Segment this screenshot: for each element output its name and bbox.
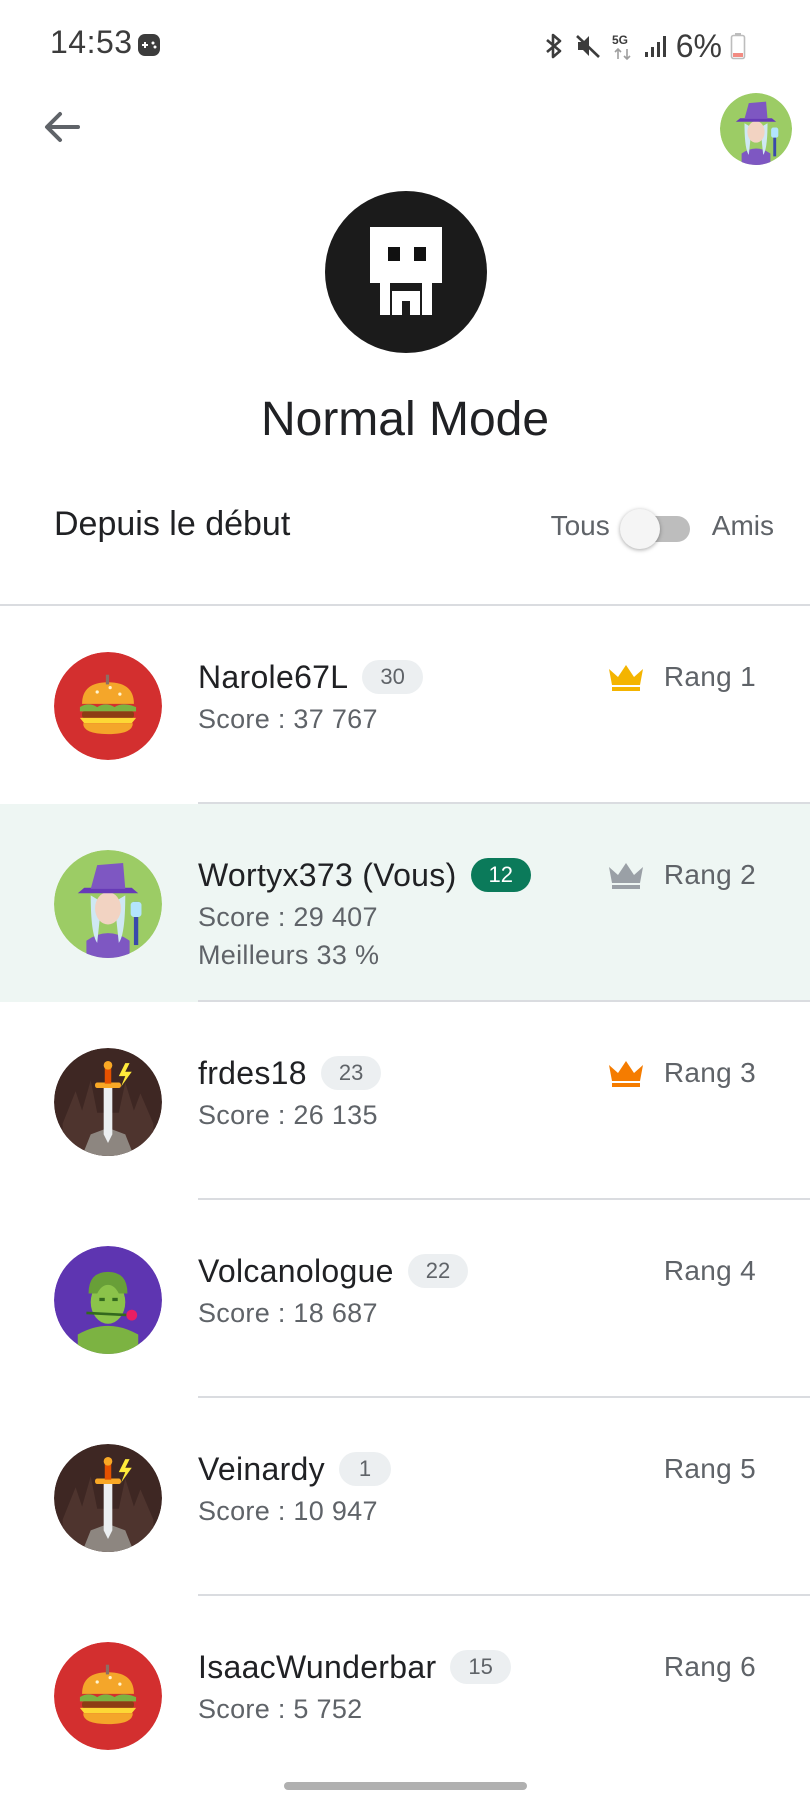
time-period-label[interactable]: Depuis le début [54, 505, 290, 544]
crown-silver-icon [608, 863, 643, 889]
player-avatar [54, 1246, 162, 1354]
player-score: Score : 37 767 [198, 704, 378, 734]
sword-avatar-icon [54, 1048, 162, 1156]
leaderboard-row[interactable]: IsaacWunderbar 15 Score : 5 752 Rang 6 [0, 1596, 810, 1794]
player-score: Score : 26 135 [198, 1100, 378, 1130]
rank-label: Rang 5 [663, 1453, 756, 1484]
leaderboard-row-current-user[interactable]: Wortyx373 (Vous) 12 Score : 29 407 Meill… [0, 804, 810, 1002]
game-mode-title: Normal Mode [260, 393, 550, 446]
crown-gold-icon [608, 665, 643, 691]
status-icons: 5G 6% [542, 26, 746, 66]
back-button[interactable] [36, 103, 88, 155]
game-logo [325, 191, 487, 353]
leaderboard-row[interactable]: Narole67L 30 Score : 37 767 Rang 1 [0, 606, 810, 804]
player-name: Narole67L [198, 658, 349, 695]
player-rank: Rang 6 [664, 1646, 756, 1688]
sword-avatar-icon [54, 1444, 162, 1552]
bluetooth-icon [542, 32, 566, 60]
friends-filter: Tous Amis [551, 502, 774, 550]
filter-all-label: Tous [550, 510, 610, 541]
player-name: Volcanologue [198, 1252, 394, 1289]
network-5g-icon: 5G [610, 31, 636, 61]
leaderboard-row[interactable]: Veinardy 1 Score : 10 947 Rang 5 [0, 1398, 810, 1596]
player-rank: Rang 5 [664, 1448, 756, 1490]
burger-avatar-icon [54, 652, 162, 760]
leaderboard-list: Narole67L 30 Score : 37 767 Rang 1 Worty… [0, 606, 810, 1794]
toggle-thumb [619, 509, 660, 549]
leaderboard-row[interactable]: frdes18 23 Score : 26 135 Rang 3 [0, 1002, 810, 1200]
mute-icon [574, 32, 602, 60]
player-score: Score : 5 752 [198, 1694, 363, 1724]
signal-icon [644, 33, 668, 59]
status-bar: 14:53 5G 6% [0, 0, 810, 92]
player-level-badge: 30 [362, 660, 423, 694]
witch-avatar-icon [54, 850, 162, 958]
player-level-badge: 22 [407, 1254, 469, 1288]
player-avatar [54, 1642, 162, 1750]
player-score: Score : 10 947 [198, 1496, 378, 1526]
player-percentile: Meilleurs 33 % [198, 940, 380, 970]
game-controller-icon [137, 33, 161, 57]
filter-friends-label: Amis [711, 510, 774, 541]
status-time: 14:53 [50, 24, 133, 60]
soldier-avatar-icon [54, 1246, 162, 1354]
player-name: Veinardy [198, 1450, 325, 1487]
player-level-badge: 15 [450, 1650, 511, 1684]
home-indicator[interactable] [284, 1782, 527, 1790]
leaderboard-row[interactable]: Volcanologue 22 Score : 18 687 Rang 4 [0, 1200, 810, 1398]
player-level-badge: 1 [338, 1452, 391, 1486]
rank-label: Rang 1 [663, 661, 756, 692]
svg-text:5G: 5G [612, 33, 628, 47]
crown-bronze-icon [608, 1061, 643, 1087]
player-rank: Rang 1 [606, 656, 756, 698]
player-avatar [54, 1444, 162, 1552]
player-score: Score : 18 687 [198, 1298, 378, 1328]
player-avatar [54, 1048, 162, 1156]
rank-label: Rang 4 [663, 1255, 756, 1286]
player-rank: Rang 4 [664, 1250, 756, 1292]
rank-label: Rang 2 [663, 859, 756, 890]
battery-low-icon [730, 32, 746, 60]
burger-avatar-icon [54, 1642, 162, 1750]
player-rank: Rang 3 [606, 1052, 756, 1094]
player-level-badge: 23 [320, 1056, 382, 1090]
player-name: frdes18 [198, 1054, 307, 1091]
player-avatar [54, 850, 162, 958]
battery-percent: 6% [675, 27, 722, 64]
player-avatar [54, 652, 162, 760]
rank-label: Rang 6 [663, 1651, 756, 1682]
profile-avatar-button[interactable] [720, 93, 792, 165]
friends-toggle[interactable] [619, 502, 690, 550]
player-rank: Rang 2 [606, 854, 756, 896]
player-name: Wortyx373 (Vous) [198, 856, 457, 893]
player-score: Score : 29 407 [198, 902, 378, 932]
player-name: IsaacWunderbar [198, 1648, 437, 1685]
rank-label: Rang 3 [663, 1057, 756, 1088]
arrow-back-icon [42, 107, 82, 152]
player-level-badge: 12 [470, 858, 532, 892]
